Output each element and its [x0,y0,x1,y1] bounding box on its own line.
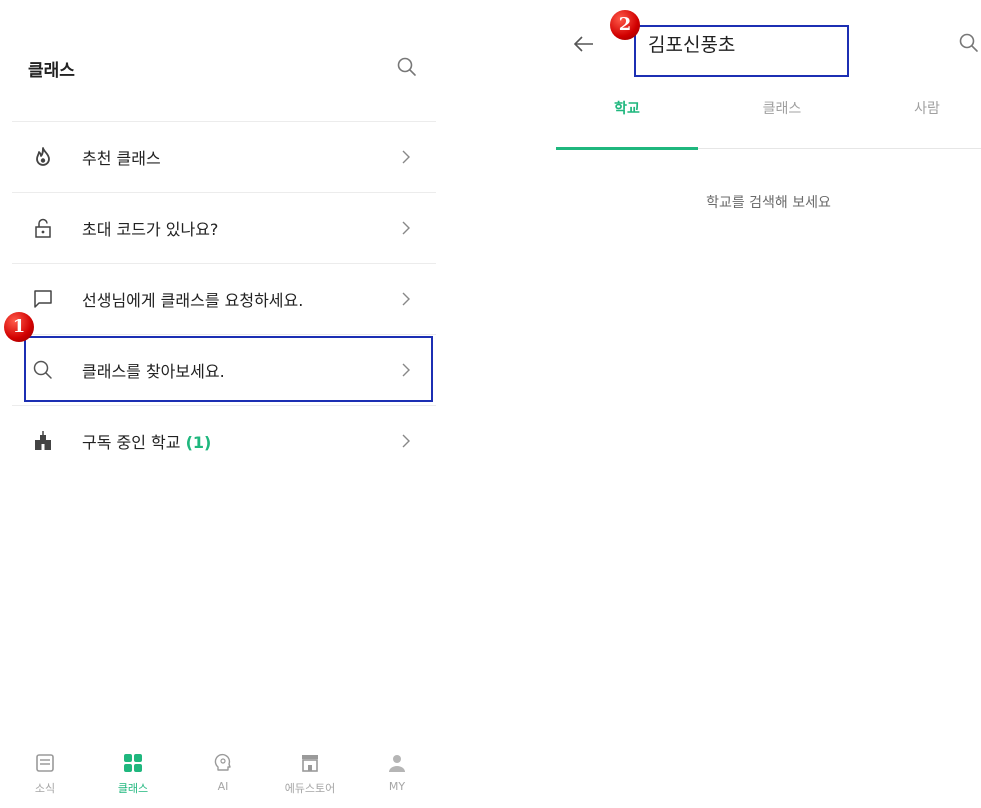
chat-icon [34,290,52,308]
search-tabs: 학교 클래스 사람 [556,92,981,150]
annotation-badge-1: 1 [4,312,34,342]
menu-item-invite-code[interactable]: 초대 코드가 있나요? [12,192,436,263]
menu-item-label: 구독 중인 학교 (1) [82,429,211,453]
menu-item-label: 선생님에게 클래스를 요청하세요. [82,291,304,310]
class-menu-screen: 클래스 추천 클래스 초대 코드가 있나요? 선생님에게 클래스를 요청하세요.… [0,0,440,808]
chevron-right-icon [402,434,410,448]
lock-icon [35,218,51,238]
nav-item-my[interactable]: MY [362,752,432,793]
menu-item-subscribed-school[interactable]: 구독 중인 학교 (1) [12,405,436,476]
nav-item-edustore[interactable]: 에듀스토어 [275,752,345,796]
nav-label: 클래스 [117,782,149,795]
menu-item-find-class[interactable]: 클래스를 찾아보세요. [12,334,436,405]
nav-label: 소식 [34,782,56,795]
tab-school[interactable]: 학교 [556,92,698,150]
subscription-count: (1) [185,433,212,452]
page-title: 클래스 [28,61,75,81]
bottom-navigation: 소식 클래스 AI 에듀스토어 MY [10,752,430,808]
empty-state-message: 학교를 검색해 보세요 [706,195,831,211]
person-icon [389,755,405,772]
nav-label: MY [388,780,406,793]
tab-class[interactable]: 클래스 [711,92,853,148]
search-input[interactable]: 김포신풍초 [648,30,735,57]
nav-item-ai[interactable]: AI [188,752,258,793]
menu-item-recommended-class[interactable]: 추천 클래스 [12,121,436,192]
menu-item-label: 초대 코드가 있나요? [82,220,219,239]
nav-item-news[interactable]: 소식 [10,752,80,796]
grid-icon [124,754,142,772]
chevron-right-icon [402,292,410,306]
chevron-right-icon [402,221,410,235]
store-icon [302,755,318,772]
ai-brain-icon [214,753,231,771]
annotation-badge-2: 2 [610,10,640,40]
search-icon[interactable] [958,32,980,54]
nav-item-class[interactable]: 클래스 [98,752,168,796]
search-result-screen: 김포신풍초 학교 클래스 사람 학교를 검색해 보세요 2 [556,0,981,808]
search-icon[interactable] [396,56,418,78]
back-arrow-icon[interactable] [572,34,596,54]
chevron-right-icon [402,150,410,164]
menu-item-request-class[interactable]: 선생님에게 클래스를 요청하세요. [12,263,436,334]
menu-item-text: 구독 중인 학교 [82,433,181,452]
nav-label: 에듀스토어 [284,782,336,795]
flame-icon [36,147,50,166]
search-icon [33,360,52,379]
chevron-right-icon [402,363,410,377]
tab-people[interactable]: 사람 [856,92,981,148]
nav-label: AI [217,780,229,793]
news-icon [36,754,54,772]
menu-item-label: 추천 클래스 [82,149,161,168]
school-icon [35,431,51,450]
menu-item-label: 클래스를 찾아보세요. [82,362,225,381]
class-menu-list: 추천 클래스 초대 코드가 있나요? 선생님에게 클래스를 요청하세요. 클래스… [12,121,436,476]
